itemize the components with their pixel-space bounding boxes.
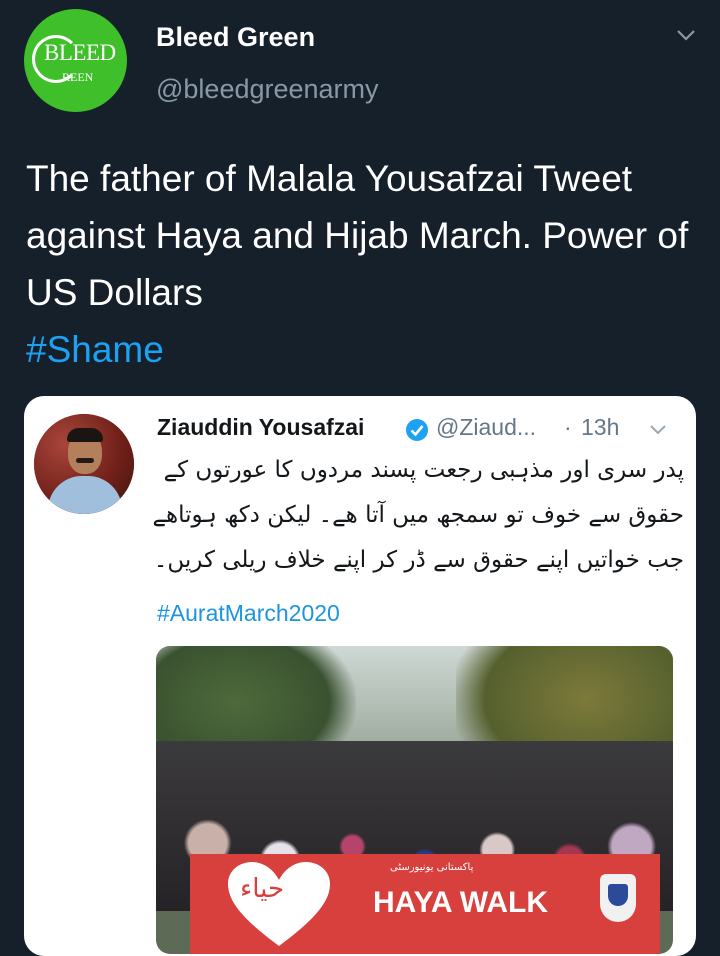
tweet-text: The father of Malala Yousafzai Tweet aga… xyxy=(26,150,696,378)
banner-subtext: پاکستانی یونیورسٹی xyxy=(390,862,474,873)
chevron-down-icon[interactable] xyxy=(649,424,667,436)
author-name[interactable]: Bleed Green xyxy=(156,22,315,53)
banner-haya-walk-text: HAYA WALK xyxy=(373,886,549,919)
verified-badge-icon xyxy=(406,419,428,441)
quoted-tweet-text: پدر سری اور مذہبی رجعت پسند مردوں کا عور… xyxy=(152,457,684,573)
banner-urdu-text: حیاء xyxy=(240,874,285,904)
separator-dot: · xyxy=(564,414,572,440)
quoted-tweet-card[interactable]: Ziauddin Yousafzai @Ziaud... · 13h پدر س… xyxy=(24,396,696,956)
university-crest-icon xyxy=(600,874,636,922)
march-photo[interactable]: حیاء پاکستانی یونیورسٹی HAYA WALK xyxy=(156,646,673,954)
haya-walk-banner: حیاء پاکستانی یونیورسٹی HAYA WALK xyxy=(190,854,660,954)
author-handle[interactable]: @bleedgreenarmy xyxy=(156,74,379,105)
quoted-author-name[interactable]: Ziauddin Yousafzai xyxy=(157,414,364,441)
hashtag-shame-link[interactable]: #Shame xyxy=(26,321,696,378)
hashtag-auratmarch-link[interactable]: #AuratMarch2020 xyxy=(157,600,340,627)
quoted-timestamp[interactable]: 13h xyxy=(581,414,619,441)
logo-text-secondary: REEN xyxy=(62,70,94,84)
chevron-down-icon[interactable] xyxy=(676,28,696,42)
tweet-body: The father of Malala Yousafzai Tweet aga… xyxy=(26,158,689,313)
ziauddin-avatar[interactable] xyxy=(34,414,134,514)
quoted-author-handle[interactable]: @Ziaud... xyxy=(436,414,536,441)
logo-text-primary: BLEED xyxy=(44,40,116,65)
bleed-green-avatar[interactable]: BLEED REEN xyxy=(24,9,127,112)
